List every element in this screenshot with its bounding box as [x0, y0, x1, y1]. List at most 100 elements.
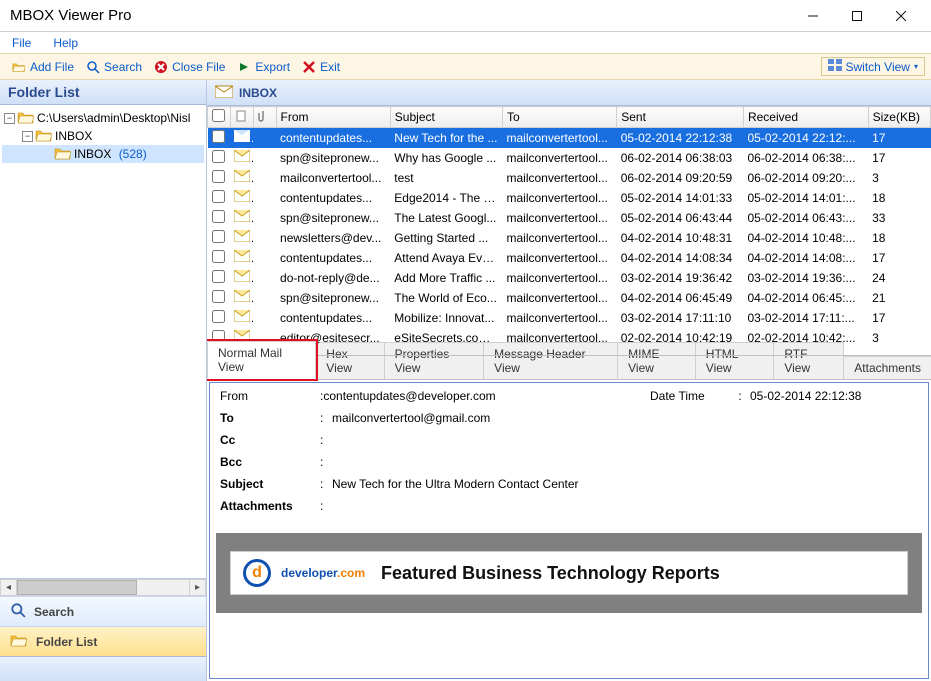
cell-subject: Attend Avaya Evo...	[390, 248, 502, 268]
cell-to: mailconvertertool...	[502, 248, 616, 268]
tree-inbox-selected[interactable]: INBOX (528)	[2, 145, 204, 163]
detail-from-value: contentupdates@developer.com	[323, 389, 495, 403]
col-sent[interactable]: Sent	[617, 107, 744, 128]
switch-view-label: Switch View	[846, 60, 910, 74]
row-checkbox[interactable]	[212, 270, 225, 283]
col-subject[interactable]: Subject	[390, 107, 502, 128]
right-pane: INBOX From Subject To Se	[207, 80, 931, 681]
close-file-button[interactable]: Close File	[148, 58, 231, 76]
nav-search-button[interactable]: Search	[0, 596, 206, 626]
search-button[interactable]: Search	[80, 58, 148, 76]
scroll-thumb[interactable]	[17, 580, 137, 595]
grid-header-row: From Subject To Sent Received Size(KB)	[208, 107, 931, 128]
menu-help[interactable]: Help	[49, 34, 82, 52]
tree-inbox-sel-label: INBOX	[74, 147, 111, 161]
exit-label: Exit	[320, 60, 340, 74]
tab-attachments[interactable]: Attachments	[843, 356, 931, 379]
collapse-icon[interactable]: −	[4, 113, 15, 124]
mail-body[interactable]: d developer.com Featured Business Techno…	[210, 527, 928, 678]
scroll-left-icon[interactable]: ◂	[0, 579, 17, 596]
tab-normal-mail-view[interactable]: Normal Mail View	[207, 341, 316, 379]
mail-icon	[230, 288, 253, 308]
table-row[interactable]: contentupdates...New Tech for the ...mai…	[208, 128, 931, 148]
exit-button[interactable]: Exit	[296, 58, 346, 76]
detail-bcc-label: Bcc	[220, 455, 320, 469]
cell-subject: New Tech for the ...	[390, 128, 502, 148]
collapse-icon[interactable]: −	[22, 131, 33, 142]
table-row[interactable]: mailconvertertool...testmailconvertertoo…	[208, 168, 931, 188]
left-pane: Folder List − C:\Users\admin\Desktop\Nis…	[0, 80, 207, 681]
cell-received: 05-02-2014 14:01:...	[743, 188, 868, 208]
col-from[interactable]: From	[276, 107, 390, 128]
cell-received: 04-02-2014 10:48:...	[743, 228, 868, 248]
cell-from: spn@sitepronew...	[276, 288, 390, 308]
menu-file[interactable]: File	[8, 34, 35, 52]
add-file-label: Add File	[30, 60, 74, 74]
tree-h-scrollbar[interactable]: ◂ ▸	[0, 579, 206, 596]
row-checkbox[interactable]	[212, 310, 225, 323]
toolbar: Add File Search Close File Export Exit S…	[0, 54, 931, 80]
cell-subject: Mobilize: Innovat...	[390, 308, 502, 328]
close-button[interactable]	[879, 0, 923, 32]
col-checkbox[interactable]	[208, 107, 231, 128]
inbox-icon	[215, 84, 233, 101]
detail-cc-label: Cc	[220, 433, 320, 447]
maximize-button[interactable]	[835, 0, 879, 32]
table-row[interactable]: do-not-reply@de...Add More Traffic ...ma…	[208, 268, 931, 288]
nav-folder-button[interactable]: Folder List	[0, 626, 206, 656]
row-checkbox[interactable]	[212, 170, 225, 183]
col-to[interactable]: To	[502, 107, 616, 128]
table-row[interactable]: spn@sitepronew...Why has Google ...mailc…	[208, 148, 931, 168]
cell-sent: 05-02-2014 14:01:33	[617, 188, 744, 208]
table-row[interactable]: contentupdates...Attend Avaya Evo...mail…	[208, 248, 931, 268]
scroll-right-icon[interactable]: ▸	[189, 579, 206, 596]
cell-from: newsletters@dev...	[276, 228, 390, 248]
table-row[interactable]: spn@sitepronew...The Latest Googl...mail…	[208, 208, 931, 228]
cell-sent: 03-02-2014 19:36:42	[617, 268, 744, 288]
cell-sent: 06-02-2014 06:38:03	[617, 148, 744, 168]
detail-to-label: To	[220, 411, 320, 425]
table-row[interactable]: contentupdates...Edge2014 - The P...mail…	[208, 188, 931, 208]
row-checkbox[interactable]	[212, 130, 225, 143]
folder-tree[interactable]: − C:\Users\admin\Desktop\Nisl − INBOX IN…	[0, 105, 206, 578]
tree-root-label: C:\Users\admin\Desktop\Nisl	[37, 111, 190, 125]
chevron-down-icon: ▾	[914, 62, 918, 71]
switch-view-icon	[828, 59, 842, 74]
row-checkbox[interactable]	[212, 150, 225, 163]
cell-subject: eSiteSecrets.com ...	[390, 328, 502, 348]
mail-grid[interactable]: From Subject To Sent Received Size(KB) c…	[207, 106, 931, 356]
folder-icon	[10, 633, 28, 650]
select-all-checkbox[interactable]	[212, 109, 225, 122]
table-row[interactable]: spn@sitepronew...The World of Eco...mail…	[208, 288, 931, 308]
row-checkbox[interactable]	[212, 210, 225, 223]
add-file-button[interactable]: Add File	[6, 58, 80, 76]
switch-view-button[interactable]: Switch View ▾	[821, 57, 926, 76]
cell-from: do-not-reply@de...	[276, 268, 390, 288]
col-attachment[interactable]	[253, 107, 276, 128]
tree-root[interactable]: − C:\Users\admin\Desktop\Nisl	[2, 109, 204, 127]
table-row[interactable]: newsletters@dev...Getting Started ...mai…	[208, 228, 931, 248]
cell-subject: The World of Eco...	[390, 288, 502, 308]
cell-sent: 04-02-2014 10:48:31	[617, 228, 744, 248]
row-checkbox[interactable]	[212, 250, 225, 263]
cell-subject: The Latest Googl...	[390, 208, 502, 228]
row-checkbox[interactable]	[212, 230, 225, 243]
detail-attachments-label: Attachments	[220, 499, 320, 513]
row-checkbox[interactable]	[212, 190, 225, 203]
nav-search-label: Search	[34, 605, 74, 619]
view-tabs: Normal Mail View Hex View Properties Vie…	[207, 356, 931, 380]
row-checkbox[interactable]	[212, 290, 225, 303]
col-received[interactable]: Received	[743, 107, 868, 128]
col-icon1[interactable]	[230, 107, 253, 128]
minimize-button[interactable]	[791, 0, 835, 32]
detail-date-value: 05-02-2014 22:12:38	[750, 389, 861, 403]
col-size[interactable]: Size(KB)	[868, 107, 930, 128]
mail-icon	[230, 268, 253, 288]
table-row[interactable]: contentupdates...Mobilize: Innovat...mai…	[208, 308, 931, 328]
cell-size: 33	[868, 208, 930, 228]
tree-inbox[interactable]: − INBOX	[2, 127, 204, 145]
cell-received: 06-02-2014 09:20:...	[743, 168, 868, 188]
title-bar: MBOX Viewer Pro	[0, 0, 931, 32]
export-button[interactable]: Export	[231, 58, 296, 76]
close-file-label: Close File	[172, 60, 225, 74]
